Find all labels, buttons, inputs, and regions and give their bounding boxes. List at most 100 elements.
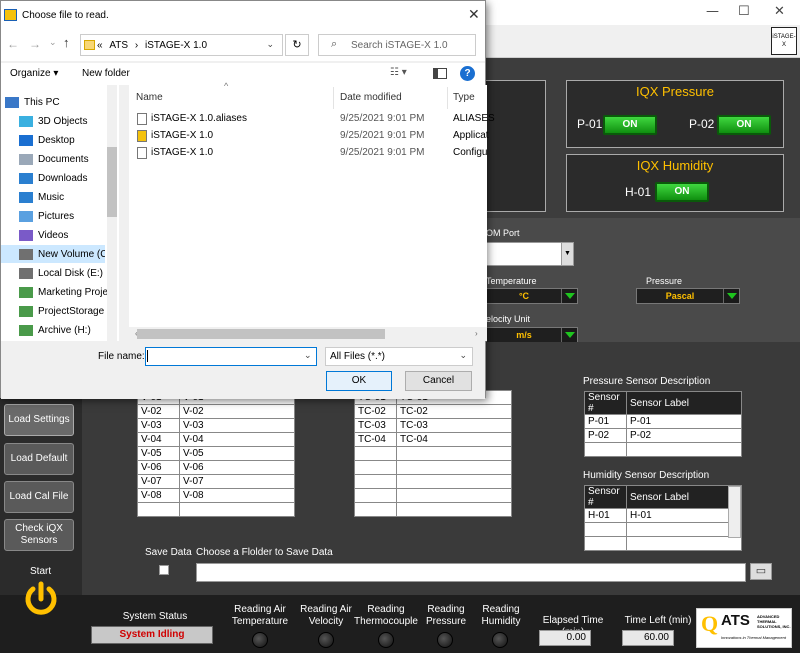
- table-cell[interactable]: TC-03: [396, 418, 512, 433]
- breadcrumb-istage[interactable]: iSTAGE-X 1.0: [145, 40, 207, 51]
- table-cell[interactable]: [584, 536, 627, 551]
- velocity-unit-select[interactable]: m/s: [486, 327, 578, 343]
- table-row[interactable]: P-02 P-02: [584, 428, 742, 443]
- table-row[interactable]: [354, 488, 512, 503]
- file-row[interactable]: iSTAGE-X 1.0 9/25/2021 9:01 PM Configu: [134, 145, 487, 162]
- table-cell[interactable]: V-07: [179, 474, 295, 489]
- file-row[interactable]: iSTAGE-X 1.0.aliases 9/25/2021 9:01 PM ALI…: [134, 111, 495, 128]
- table-row[interactable]: [584, 442, 742, 457]
- preview-pane-icon[interactable]: [433, 68, 447, 79]
- file-type-select[interactable]: All Files (*.*) ⌄: [325, 347, 473, 366]
- close-app-button[interactable]: ✕: [774, 4, 785, 19]
- table-cell[interactable]: [354, 460, 397, 475]
- table-row[interactable]: V-04 V-04: [137, 432, 295, 447]
- table-cell[interactable]: [626, 522, 742, 537]
- table-cell[interactable]: [396, 488, 512, 503]
- table-row[interactable]: [137, 502, 295, 517]
- table-row[interactable]: [354, 446, 512, 461]
- chevron-down-icon[interactable]: ⌄: [266, 39, 274, 50]
- humidity-h01-on-button[interactable]: ON: [655, 182, 709, 202]
- table-row[interactable]: [584, 536, 742, 551]
- organize-button[interactable]: Organize ▾: [10, 68, 58, 79]
- column-name[interactable]: Name: [136, 92, 163, 103]
- nav-item[interactable]: Documents: [19, 150, 119, 168]
- table-cell[interactable]: V-08: [137, 488, 180, 503]
- maximize-button[interactable]: ☐: [738, 4, 750, 19]
- address-bar[interactable]: « ATS › iSTAGE-X 1.0 ⌄: [80, 34, 283, 56]
- horizontal-scroll-thumb[interactable]: [137, 329, 385, 339]
- table-cell[interactable]: TC-02: [354, 404, 397, 419]
- check-iqx-sensors-button[interactable]: Check iQX Sensors: [4, 519, 74, 551]
- table-cell[interactable]: [584, 442, 627, 457]
- table-cell[interactable]: [396, 446, 512, 461]
- column-type[interactable]: Type: [453, 92, 475, 103]
- table-row[interactable]: V-05 V-05: [137, 446, 295, 461]
- nav-item[interactable]: New Volume (C:: [1, 245, 105, 263]
- new-folder-button[interactable]: New folder: [82, 68, 130, 79]
- nav-item[interactable]: Downloads: [19, 169, 119, 187]
- temperature-unit-select[interactable]: °C: [486, 288, 578, 304]
- table-cell[interactable]: H-01: [584, 508, 627, 523]
- com-port-select[interactable]: ▼: [486, 242, 574, 266]
- breadcrumb-ats[interactable]: ATS: [109, 40, 128, 51]
- folder-browse-icon[interactable]: ▭: [750, 563, 772, 580]
- help-icon[interactable]: ?: [460, 66, 475, 81]
- search-input[interactable]: ⌕ Search iSTAGE-X 1.0: [318, 34, 476, 56]
- table-cell[interactable]: V-02: [179, 404, 295, 419]
- nav-item[interactable]: This PC: [5, 93, 105, 111]
- table-cell[interactable]: [626, 442, 742, 457]
- table-cell[interactable]: [626, 536, 742, 551]
- table-cell[interactable]: V-03: [179, 418, 295, 433]
- load-cal-file-button[interactable]: Load Cal File: [4, 481, 74, 513]
- close-icon[interactable]: ✕: [468, 6, 480, 23]
- table-row[interactable]: TC-03 TC-03: [354, 418, 512, 433]
- table-cell[interactable]: P-02: [584, 428, 627, 443]
- table-cell[interactable]: V-05: [137, 446, 180, 461]
- file-row[interactable]: iSTAGE-X 1.0 9/25/2021 9:01 PM Applicat: [134, 128, 489, 145]
- table-cell[interactable]: V-04: [137, 432, 180, 447]
- minimize-button[interactable]: —: [706, 4, 719, 19]
- table-row[interactable]: [354, 502, 512, 517]
- pressure-unit-select[interactable]: Pascal: [636, 288, 740, 304]
- table-cell[interactable]: TC-02: [396, 404, 512, 419]
- table-row[interactable]: V-06 V-06: [137, 460, 295, 475]
- table-cell[interactable]: V-06: [179, 460, 295, 475]
- table-row[interactable]: V-03 V-03: [137, 418, 295, 433]
- nav-scrollbar[interactable]: [107, 85, 117, 341]
- power-button-icon[interactable]: [22, 580, 60, 618]
- nav-scroll-thumb[interactable]: [107, 147, 117, 217]
- table-row[interactable]: V-07 V-07: [137, 474, 295, 489]
- scroll-right-icon[interactable]: ›: [475, 329, 478, 338]
- cancel-button[interactable]: Cancel: [405, 371, 472, 391]
- table-cell[interactable]: [354, 502, 397, 517]
- table-cell[interactable]: [179, 502, 295, 517]
- table-row[interactable]: H-01 H-01: [584, 508, 742, 523]
- table-row[interactable]: V-08 V-08: [137, 488, 295, 503]
- nav-item[interactable]: Archive (H:): [19, 321, 119, 339]
- table-cell[interactable]: [396, 474, 512, 489]
- load-settings-button[interactable]: Load Settings: [4, 404, 74, 436]
- table-cell[interactable]: V-08: [179, 488, 295, 503]
- ok-button[interactable]: OK: [326, 371, 392, 391]
- table-cell[interactable]: [396, 502, 512, 517]
- humidity-table-scrollbar[interactable]: [728, 486, 741, 538]
- table-cell[interactable]: V-02: [137, 404, 180, 419]
- pressure-p01-on-button[interactable]: ON: [603, 115, 657, 135]
- back-arrow-icon[interactable]: ←: [7, 37, 19, 51]
- table-cell[interactable]: V-03: [137, 418, 180, 433]
- table-cell[interactable]: V-06: [137, 460, 180, 475]
- table-row[interactable]: P-01 P-01: [584, 414, 742, 429]
- forward-arrow-icon[interactable]: →: [29, 37, 41, 51]
- nav-item[interactable]: 3D Objects: [19, 112, 119, 130]
- view-options-icon[interactable]: ☷ ▾: [390, 67, 407, 78]
- save-path-input[interactable]: [196, 563, 746, 582]
- table-cell[interactable]: P-02: [626, 428, 742, 443]
- file-name-input[interactable]: [145, 347, 317, 366]
- table-cell[interactable]: V-05: [179, 446, 295, 461]
- table-cell[interactable]: [354, 446, 397, 461]
- table-cell[interactable]: P-01: [584, 414, 627, 429]
- up-arrow-icon[interactable]: ↑: [63, 35, 70, 50]
- nav-item[interactable]: Marketing Proje: [19, 283, 119, 301]
- table-row[interactable]: V-02 V-02: [137, 404, 295, 419]
- table-cell[interactable]: [354, 474, 397, 489]
